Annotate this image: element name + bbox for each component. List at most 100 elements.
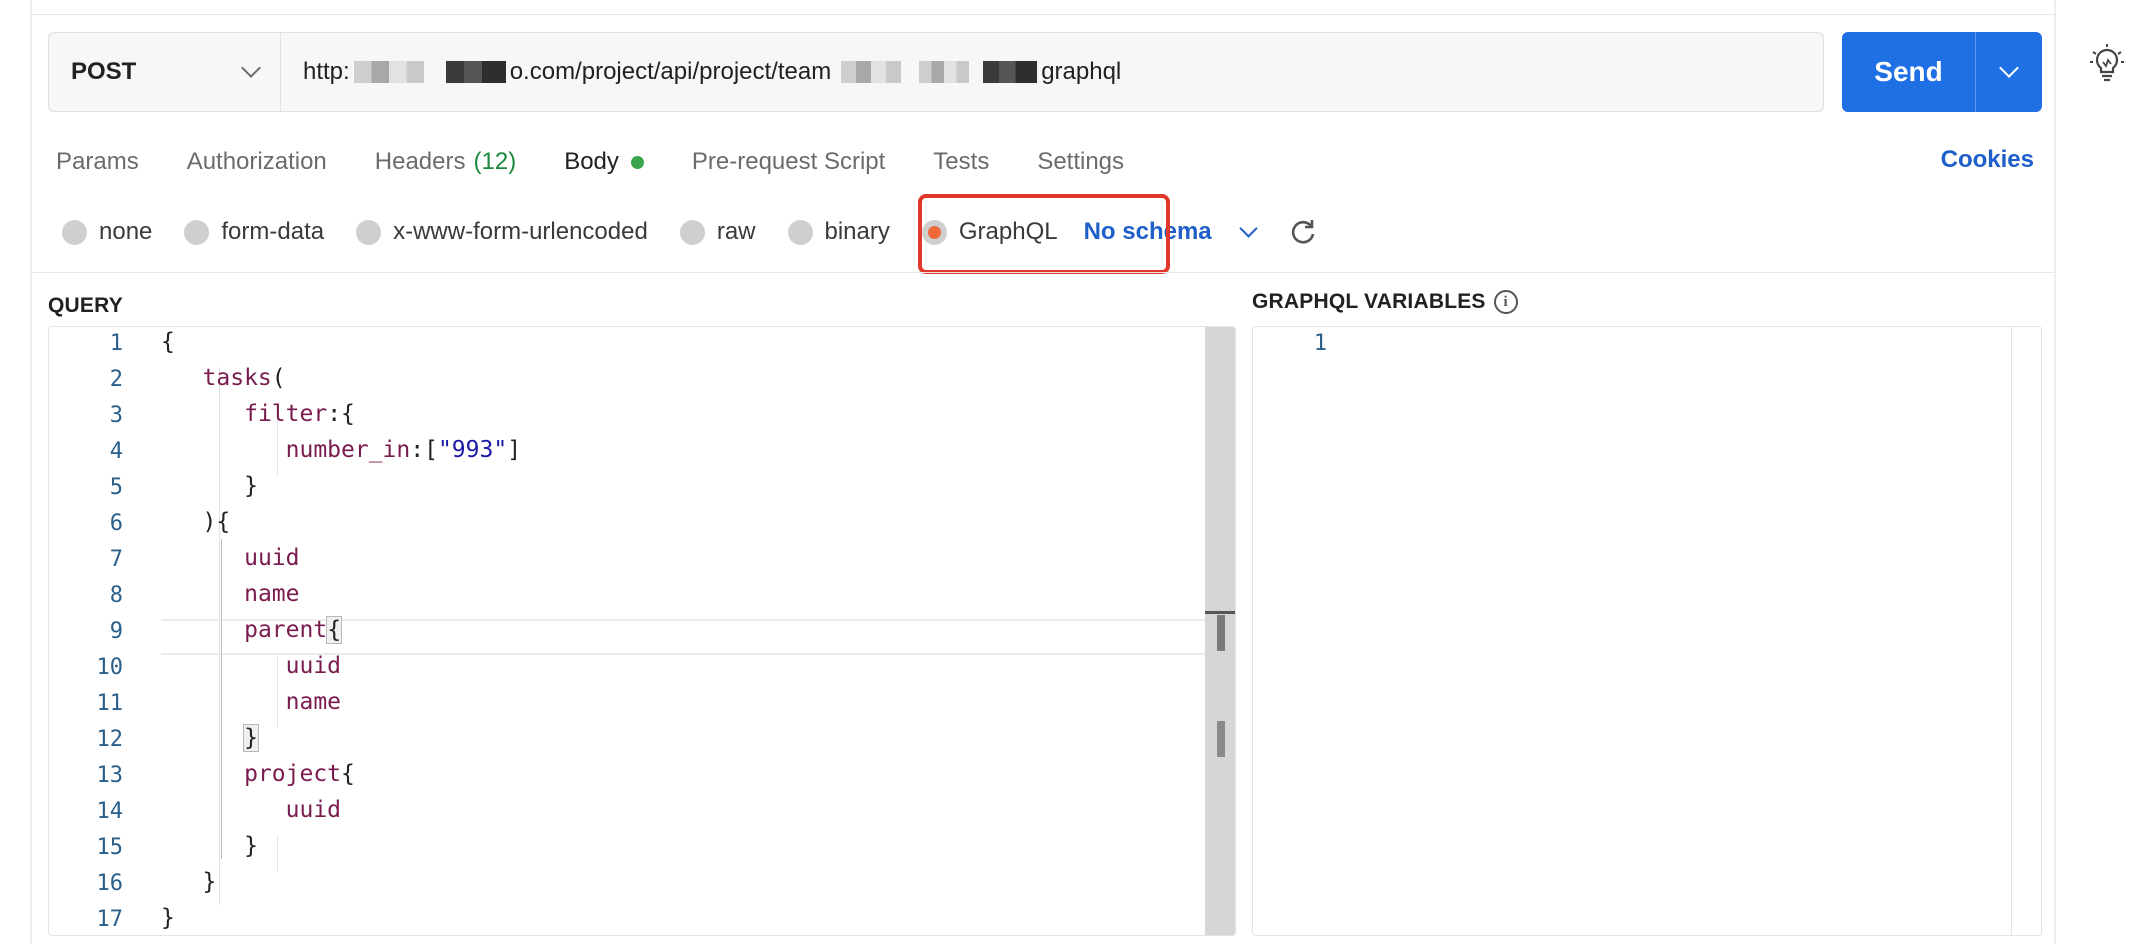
method-select[interactable]: POST bbox=[49, 33, 281, 111]
line-number: 1 bbox=[1313, 331, 1327, 356]
frame-left-border bbox=[30, 0, 32, 944]
url-suffix: graphql bbox=[1041, 58, 1122, 85]
mode-label: none bbox=[99, 218, 153, 245]
mode-binary[interactable]: binary bbox=[787, 218, 890, 246]
line-number: 1 bbox=[109, 331, 123, 356]
mode-raw[interactable]: raw bbox=[679, 218, 756, 246]
query-title: QUERY bbox=[48, 294, 123, 317]
tab-tests[interactable]: Tests bbox=[933, 148, 989, 176]
headers-count: (12) bbox=[473, 148, 517, 175]
indent-guide bbox=[277, 835, 278, 871]
radio-icon bbox=[356, 219, 382, 245]
section-divider bbox=[32, 272, 2054, 273]
tab-authorization[interactable]: Authorization bbox=[187, 148, 327, 176]
query-editor[interactable]: 1 2 3 4 5 6 7 8 9 10 11 12 13 14 15 16 1… bbox=[48, 326, 1236, 936]
body-status-dot bbox=[630, 155, 644, 169]
code-line: parent{ bbox=[244, 616, 343, 644]
tab-label: Headers bbox=[374, 148, 466, 175]
url-scheme: http: bbox=[303, 58, 350, 85]
mode-label: binary bbox=[824, 218, 890, 245]
redacted-segment bbox=[445, 61, 506, 83]
scrollbar-marker bbox=[1217, 721, 1225, 757]
tab-pre-request-script[interactable]: Pre-request Script bbox=[692, 148, 885, 176]
variables-title-wrap: GRAPHQL VARIABLES i bbox=[1252, 290, 1518, 314]
tab-label: Tests bbox=[933, 148, 990, 175]
line-number: 8 bbox=[109, 583, 123, 608]
code-line: { bbox=[161, 329, 175, 355]
mode-urlencoded[interactable]: x-www-form-urlencoded bbox=[356, 218, 648, 246]
variables-editor[interactable]: 1 bbox=[1252, 326, 2042, 936]
line-number: 13 bbox=[96, 763, 124, 788]
request-url-bar: POST http: o.com/project/api/project/tea… bbox=[48, 32, 1824, 112]
frame-right-border bbox=[2054, 0, 2056, 944]
refresh-icon[interactable] bbox=[1289, 218, 1317, 246]
tab-label: Settings bbox=[1037, 148, 1125, 175]
scrollbar-marker bbox=[1217, 615, 1225, 651]
line-number: 4 bbox=[109, 439, 123, 464]
chevron-down-icon bbox=[1999, 58, 2019, 78]
cookies-link[interactable]: Cookies bbox=[1941, 146, 2034, 174]
method-label: POST bbox=[71, 58, 137, 85]
redacted-segment bbox=[353, 61, 424, 83]
send-options-button[interactable] bbox=[1976, 32, 2042, 112]
chevron-down-icon[interactable] bbox=[1238, 218, 1258, 238]
mode-label: x-www-form-urlencoded bbox=[393, 218, 648, 245]
send-button[interactable]: Send bbox=[1842, 32, 1976, 112]
send-button-group: Send bbox=[1842, 32, 2042, 112]
line-number: 3 bbox=[109, 403, 123, 428]
editor-scrollbar[interactable] bbox=[1205, 327, 1235, 935]
redacted-segment bbox=[919, 61, 970, 83]
line-number: 12 bbox=[96, 727, 124, 752]
code-line: tasks( bbox=[202, 365, 286, 391]
code-line: } bbox=[243, 724, 259, 752]
line-number: 10 bbox=[96, 655, 124, 680]
tab-label: Pre-request Script bbox=[691, 148, 886, 175]
tab-label: Params bbox=[56, 148, 139, 175]
mode-form-data[interactable]: form-data bbox=[184, 218, 324, 246]
mode-label: form-data bbox=[221, 218, 325, 245]
line-number: 14 bbox=[96, 799, 124, 824]
code-line: ){ bbox=[202, 509, 231, 535]
chevron-down-icon bbox=[241, 58, 261, 78]
code-line: project{ bbox=[244, 761, 355, 787]
variables-scrollbar[interactable] bbox=[2011, 327, 2041, 935]
line-number: 15 bbox=[96, 835, 124, 860]
lightbulb-icon[interactable] bbox=[2090, 44, 2124, 82]
tab-params[interactable]: Params bbox=[56, 148, 139, 176]
frame-top-border bbox=[30, 14, 2056, 15]
code-line: uuid bbox=[285, 653, 342, 679]
redacted-segment bbox=[983, 61, 1038, 83]
radio-icon bbox=[787, 219, 813, 245]
mode-label: raw bbox=[716, 218, 756, 245]
line-number: 11 bbox=[96, 691, 124, 716]
line-number: 17 bbox=[96, 907, 124, 932]
line-number: 16 bbox=[96, 871, 124, 896]
tab-label: Body bbox=[564, 148, 619, 175]
request-tabs: Params Authorization Headers (12) Body Pr… bbox=[56, 144, 1172, 180]
code-line: uuid bbox=[244, 545, 300, 571]
code-line: } bbox=[202, 869, 217, 895]
code-line: } bbox=[161, 905, 175, 931]
tab-label: Authorization bbox=[186, 148, 327, 175]
code-line: name bbox=[285, 689, 342, 715]
radio-icon bbox=[679, 219, 705, 245]
code-line: filter:{ bbox=[244, 401, 355, 427]
code-line: } bbox=[244, 473, 258, 499]
info-icon[interactable]: i bbox=[1493, 290, 1518, 314]
code-line: name bbox=[244, 581, 300, 607]
tab-settings[interactable]: Settings bbox=[1037, 148, 1124, 176]
scrollbar-marker bbox=[1205, 611, 1235, 614]
tab-headers[interactable]: Headers (12) bbox=[375, 148, 516, 176]
code-line: uuid bbox=[285, 797, 342, 823]
code-line: number_in:["993"] bbox=[285, 437, 522, 463]
code-line: } bbox=[244, 833, 258, 859]
tab-body[interactable]: Body bbox=[564, 148, 644, 176]
line-number-gutter: 1 2 3 4 5 6 7 8 9 10 11 12 13 14 15 16 1… bbox=[49, 327, 129, 935]
url-input[interactable]: http: o.com/project/api/project/team gra… bbox=[281, 58, 1823, 86]
url-path: o.com/project/api/project/team bbox=[509, 58, 832, 85]
line-number: 9 bbox=[109, 619, 123, 644]
mode-none[interactable]: none bbox=[62, 218, 152, 246]
radio-icon bbox=[184, 219, 210, 245]
line-number: 7 bbox=[109, 547, 123, 572]
line-number: 2 bbox=[109, 367, 123, 392]
